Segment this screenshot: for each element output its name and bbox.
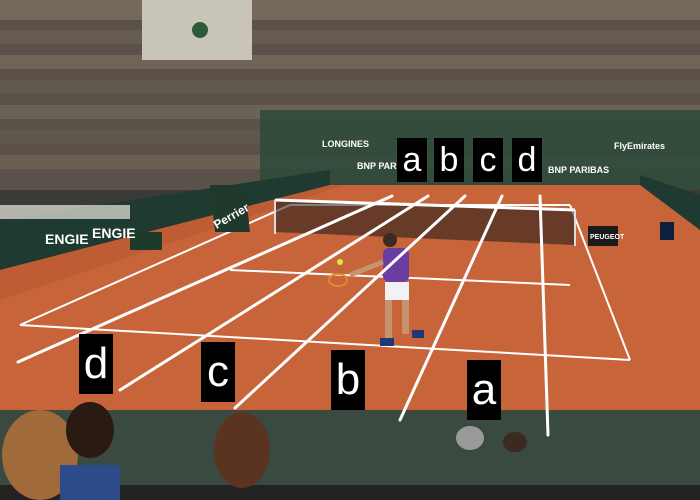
sponsor-sign-bnp-2: BNP PARIBAS: [548, 165, 610, 175]
label-top-d: d: [512, 138, 542, 182]
sponsor-sign-emirates: FlyEmirates: [614, 141, 666, 151]
label-top-b: b: [434, 138, 464, 182]
sponsor-sign-longines: LONGINES: [322, 139, 370, 149]
sponsor-sign-engie-2: ENGIE: [92, 225, 136, 241]
label-bottom-b: b: [331, 350, 365, 410]
label-top-c: c: [473, 138, 503, 182]
label-bottom-c: c: [201, 342, 235, 402]
tennis-court-photo: ENGIE ENGIE Perrier LONGINES BNP PARIBAS…: [0, 0, 700, 500]
label-bottom-d: d: [79, 334, 113, 394]
label-bottom-a: a: [467, 360, 501, 420]
sponsor-sign-peugeot: PEUGEOT: [590, 234, 625, 241]
sponsor-sign-engie-1: ENGIE: [45, 231, 89, 247]
court-scene: [0, 0, 700, 500]
label-top-a: a: [397, 138, 427, 182]
